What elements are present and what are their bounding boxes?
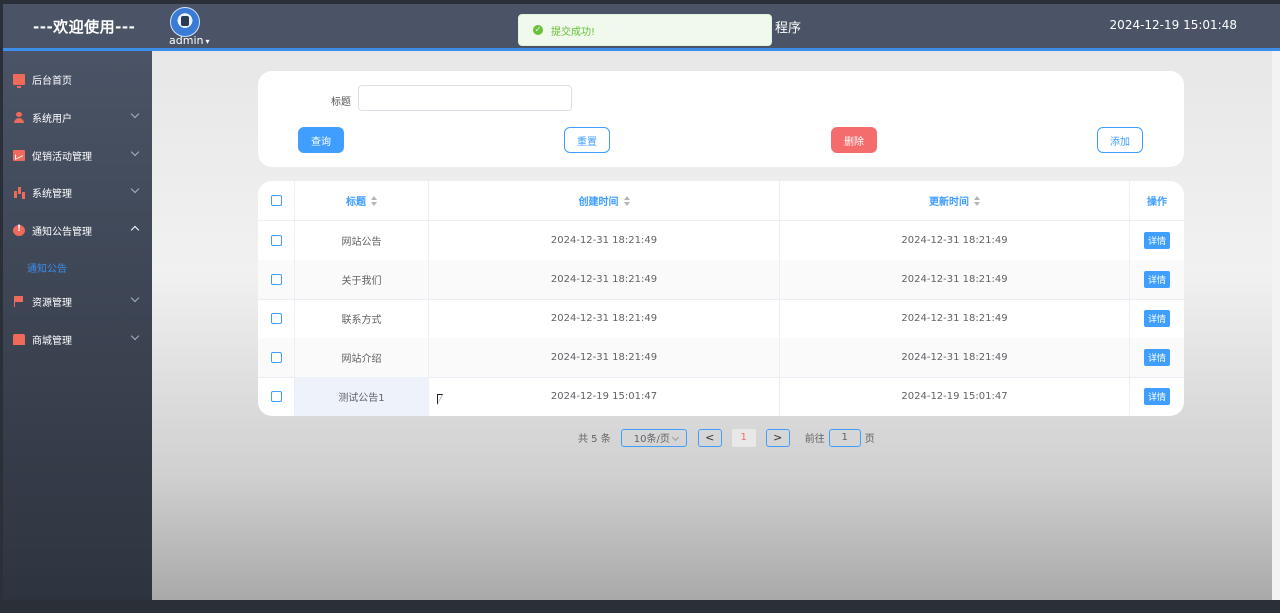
next-page-button[interactable]: > xyxy=(765,428,790,447)
cell-updated: 2024-12-31 18:21:49 xyxy=(780,260,1130,299)
chevron-up-icon xyxy=(130,225,140,235)
current-page[interactable]: 1 xyxy=(731,428,756,447)
shop-icon xyxy=(13,333,25,345)
monitor-icon xyxy=(13,73,25,88)
detail-button[interactable]: 详情 xyxy=(1143,388,1170,405)
sidebar-item-label: 促销活动管理 xyxy=(32,151,92,163)
cell-created: 2024-12-31 18:21:49 xyxy=(429,260,780,299)
row-checkbox[interactable] xyxy=(270,235,282,246)
sidebar-item-label: 后台首页 xyxy=(32,75,72,87)
cell-title: 联系方式 xyxy=(295,299,429,338)
bar-chart-icon xyxy=(13,187,25,198)
detail-button[interactable]: 详情 xyxy=(1143,232,1170,249)
brand-title: ---欢迎使用--- xyxy=(33,18,136,36)
sidebar-item-home[interactable]: 后台首页 xyxy=(3,69,152,89)
row-checkbox[interactable] xyxy=(270,313,282,324)
sort-icon[interactable] xyxy=(623,195,630,206)
table-row[interactable]: 关于我们 2024-12-31 18:21:49 2024-12-31 18:2… xyxy=(258,260,1184,300)
column-header-created[interactable]: 创建时间 xyxy=(429,181,780,220)
cell-updated: 2024-12-31 18:21:49 xyxy=(780,299,1130,338)
cell-title: 网站介绍 xyxy=(295,338,429,377)
cell-created: 2024-12-19 15:01:47 xyxy=(429,377,780,416)
chevron-down-icon xyxy=(130,147,140,157)
sidebar-item-system-users[interactable]: 系统用户 xyxy=(3,107,152,127)
sidebar-item-promotions[interactable]: 促销活动管理 xyxy=(3,145,152,165)
sort-icon[interactable] xyxy=(371,195,377,206)
sidebar-item-resources[interactable]: 资源管理 xyxy=(3,291,152,311)
row-checkbox[interactable] xyxy=(270,274,282,285)
column-header-actions: 操作 xyxy=(1147,197,1167,208)
column-header-updated[interactable]: 更新时间 xyxy=(780,181,1130,220)
system-title: 程序 xyxy=(775,21,802,36)
delete-button[interactable]: 删除 xyxy=(831,127,877,153)
table-row[interactable]: 网站介绍 2024-12-31 18:21:49 2024-12-31 18:2… xyxy=(258,338,1184,378)
sidebar-item-label: 通知公告管理 xyxy=(32,226,92,238)
cell-updated: 2024-12-19 15:01:47 xyxy=(780,377,1130,416)
table-header: 标题 创建时间 更新时间 操作 xyxy=(258,181,1184,221)
cell-updated: 2024-12-31 18:21:49 xyxy=(780,221,1130,260)
table-row[interactable]: 测试公告1 2024-12-19 15:01:47 2024-12-19 15:… xyxy=(258,377,1184,416)
row-checkbox[interactable] xyxy=(270,352,282,363)
sidebar-item-label: 商城管理 xyxy=(32,335,72,347)
caret-down-icon: ▾ xyxy=(205,37,210,46)
cell-created: 2024-12-31 18:21:49 xyxy=(429,338,780,377)
chevron-down-icon xyxy=(130,293,140,303)
user-icon xyxy=(13,111,25,123)
sidebar-item-notices[interactable]: 通知公告管理 xyxy=(3,220,152,240)
sort-icon[interactable] xyxy=(974,195,980,206)
avatar[interactable] xyxy=(170,7,200,37)
sidebar-item-label: 系统管理 xyxy=(32,188,72,200)
cell-created: 2024-12-31 18:21:49 xyxy=(429,221,780,260)
page-size-select[interactable]: 10条/页 xyxy=(620,428,687,447)
add-button[interactable]: 添加 xyxy=(1097,127,1143,153)
detail-button[interactable]: 详情 xyxy=(1143,271,1170,288)
sidebar-item-label: 资源管理 xyxy=(32,297,72,309)
pagination: 共 5 条 10条/页 < 1 > 前往 1 页 xyxy=(578,428,875,447)
datetime: 2024-12-19 15:01:48 xyxy=(1109,18,1237,32)
title-search-input[interactable] xyxy=(358,85,572,111)
mouse-cursor-icon xyxy=(437,394,443,405)
chart-icon xyxy=(13,149,25,161)
goto-label: 前往 xyxy=(804,434,825,445)
goto-page-input[interactable]: 1 xyxy=(828,428,861,447)
cell-created: 2024-12-31 18:21:49 xyxy=(429,299,780,338)
sidebar-item-system-management[interactable]: 系统管理 xyxy=(3,182,152,202)
page-unit-label: 页 xyxy=(864,434,875,445)
total-count: 共 5 条 xyxy=(578,434,611,445)
username: admin xyxy=(169,34,204,47)
reset-button[interactable]: 重置 xyxy=(564,127,610,153)
detail-button[interactable]: 详情 xyxy=(1143,310,1170,327)
prev-page-button[interactable]: < xyxy=(697,428,722,447)
sidebar: 后台首页 系统用户 促销活动管理 系统管理 通知公告管理 通知公告 资源管理 商… xyxy=(3,51,152,600)
user-menu[interactable]: admin ▾ xyxy=(169,34,209,47)
check-circle-icon: ✓ xyxy=(533,25,543,35)
table-row[interactable]: 网站公告 2024-12-31 18:21:49 2024-12-31 18:2… xyxy=(258,221,1184,261)
chevron-down-icon xyxy=(130,109,140,119)
search-panel: 标题 查询 重置 删除 添加 xyxy=(258,71,1184,167)
cell-title: 测试公告1 xyxy=(295,377,429,416)
flag-icon xyxy=(13,295,25,307)
chevron-down-icon xyxy=(130,331,140,341)
scroll-edge xyxy=(1272,51,1280,600)
success-toast: ✓ 提交成功! xyxy=(518,14,772,46)
cell-updated: 2024-12-31 18:21:49 xyxy=(780,338,1130,377)
alert-icon xyxy=(13,224,25,236)
cell-title: 关于我们 xyxy=(295,260,429,299)
notice-table: 标题 创建时间 更新时间 操作 网站公告 2024-12-31 18:21:49… xyxy=(258,181,1184,416)
query-button[interactable]: 查询 xyxy=(298,127,344,153)
sidebar-item-shop[interactable]: 商城管理 xyxy=(3,329,152,349)
row-checkbox[interactable] xyxy=(270,391,282,402)
select-all-checkbox[interactable] xyxy=(270,195,282,206)
table-row[interactable]: 联系方式 2024-12-31 18:21:49 2024-12-31 18:2… xyxy=(258,299,1184,339)
cell-title: 网站公告 xyxy=(295,221,429,260)
sidebar-subitem-notice[interactable]: 通知公告 xyxy=(27,260,67,275)
chevron-down-icon xyxy=(130,184,140,194)
sidebar-item-label: 系统用户 xyxy=(32,113,72,125)
title-filter-label: 标题 xyxy=(331,97,351,108)
detail-button[interactable]: 详情 xyxy=(1143,349,1170,366)
column-header-title[interactable]: 标题 xyxy=(295,181,429,220)
toast-message: 提交成功! xyxy=(551,26,596,38)
